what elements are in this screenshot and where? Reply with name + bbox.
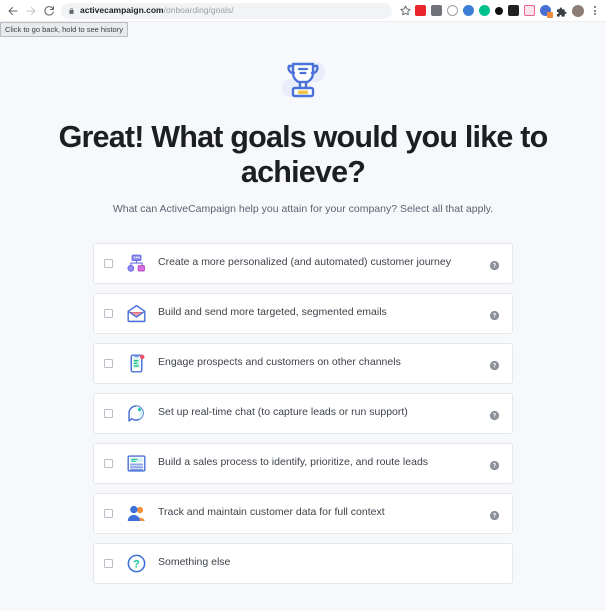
kebab-dot: [593, 9, 596, 12]
question-circle-icon: ?: [125, 552, 147, 574]
profile-avatar[interactable]: [572, 4, 584, 17]
url-path: /onboarding/goals/: [163, 6, 234, 15]
goal-option-label: Create a more personalized (and automate…: [158, 256, 451, 269]
extension-slash-circle-icon[interactable]: [447, 5, 458, 16]
star-icon: [399, 5, 411, 16]
browser-toolbar: activecampaign.com/onboarding/goals/ Cli…: [0, 0, 606, 37]
help-icon[interactable]: ?: [489, 258, 500, 270]
browser-menu-button[interactable]: [589, 4, 600, 17]
goal-option-sales-process[interactable]: Build a sales process to identify, prior…: [93, 442, 513, 484]
trophy-icon: [275, 54, 331, 106]
extension-dark-square-icon[interactable]: [508, 5, 519, 16]
goal-checkbox[interactable]: [104, 508, 113, 518]
help-icon[interactable]: ?: [489, 358, 500, 370]
extension-pink-square-icon[interactable]: [524, 5, 535, 16]
onboarding-goals-page: Great! What goals would you like to achi…: [0, 22, 606, 611]
reload-icon: [44, 5, 54, 16]
goal-option-label: Engage prospects and customers on other …: [158, 356, 401, 369]
automation-flow-icon: [125, 252, 147, 274]
arrow-left-icon: [8, 6, 18, 15]
address-bar[interactable]: activecampaign.com/onboarding/goals/: [61, 2, 392, 19]
goal-option-channels[interactable]: Engage prospects and customers on other …: [93, 342, 513, 384]
puzzle-piece-icon[interactable]: [556, 5, 567, 17]
back-button[interactable]: [4, 2, 22, 20]
bookmark-button[interactable]: [397, 2, 415, 20]
lock-icon: [68, 7, 75, 15]
url-text: activecampaign.com/onboarding/goals/: [80, 6, 234, 15]
goal-option-customer-data[interactable]: Track and maintain customer data for ful…: [93, 492, 513, 534]
goal-option-label: Track and maintain customer data for ful…: [158, 506, 385, 519]
svg-text:?: ?: [493, 463, 497, 469]
goal-checkbox[interactable]: [104, 458, 113, 468]
goal-option-label: Build a sales process to identify, prior…: [158, 456, 429, 469]
goal-checkbox[interactable]: [104, 408, 113, 418]
help-icon[interactable]: ?: [489, 408, 500, 420]
goal-checkbox[interactable]: [104, 558, 113, 568]
extension-blue-circle-icon[interactable]: [463, 5, 474, 16]
extension-green-circle-icon[interactable]: [479, 5, 490, 16]
svg-text:?: ?: [493, 313, 497, 319]
svg-text:?: ?: [493, 413, 497, 419]
goal-checkbox[interactable]: [104, 358, 113, 368]
goal-option-automation[interactable]: Create a more personalized (and automate…: [93, 242, 513, 284]
contacts-people-icon: [125, 502, 147, 524]
help-icon[interactable]: ?: [489, 308, 500, 320]
goal-option-label: Build and send more targeted, segmented …: [158, 306, 387, 319]
help-icon[interactable]: ?: [489, 458, 500, 470]
goal-checkbox[interactable]: [104, 258, 113, 268]
extensions-tray: [415, 4, 602, 18]
extension-red-square-icon[interactable]: [415, 5, 426, 16]
svg-text:?: ?: [133, 558, 140, 570]
extension-badge-dot: [547, 12, 553, 18]
reload-button[interactable]: [40, 2, 58, 20]
forward-button[interactable]: [22, 2, 40, 20]
mobile-phone-icon: [125, 352, 147, 374]
url-domain: activecampaign.com: [80, 6, 164, 15]
chat-bubble-icon: [125, 402, 147, 424]
svg-text:?: ?: [493, 363, 497, 369]
svg-text:?: ?: [493, 263, 497, 269]
help-icon[interactable]: ?: [489, 508, 500, 520]
page-title: Great! What goals would you like to achi…: [58, 120, 549, 190]
goal-option-something-else[interactable]: ? Something else: [93, 542, 513, 584]
open-envelope-icon: [125, 302, 147, 324]
sales-pipeline-icon: [125, 452, 147, 474]
goal-option-email[interactable]: Build and send more targeted, segmented …: [93, 292, 513, 334]
goal-option-chat[interactable]: Set up real-time chat (to capture leads …: [93, 392, 513, 434]
back-button-tooltip: Click to go back, hold to see history: [0, 22, 128, 37]
extension-camera-icon[interactable]: [431, 5, 442, 16]
goal-checkbox[interactable]: [104, 308, 113, 318]
svg-text:?: ?: [493, 513, 497, 519]
goal-option-label: Something else: [158, 556, 231, 569]
kebab-dot: [593, 6, 596, 8]
extension-orange-badge-icon[interactable]: [540, 5, 553, 18]
goal-option-label: Set up real-time chat (to capture leads …: [158, 406, 408, 419]
extension-black-dot-icon[interactable]: [495, 6, 503, 15]
kebab-dot: [593, 13, 596, 15]
goal-options-list: Create a more personalized (and automate…: [93, 242, 513, 584]
page-subtitle: What can ActiveCampaign help you attain …: [112, 203, 494, 216]
arrow-right-icon: [26, 6, 36, 15]
